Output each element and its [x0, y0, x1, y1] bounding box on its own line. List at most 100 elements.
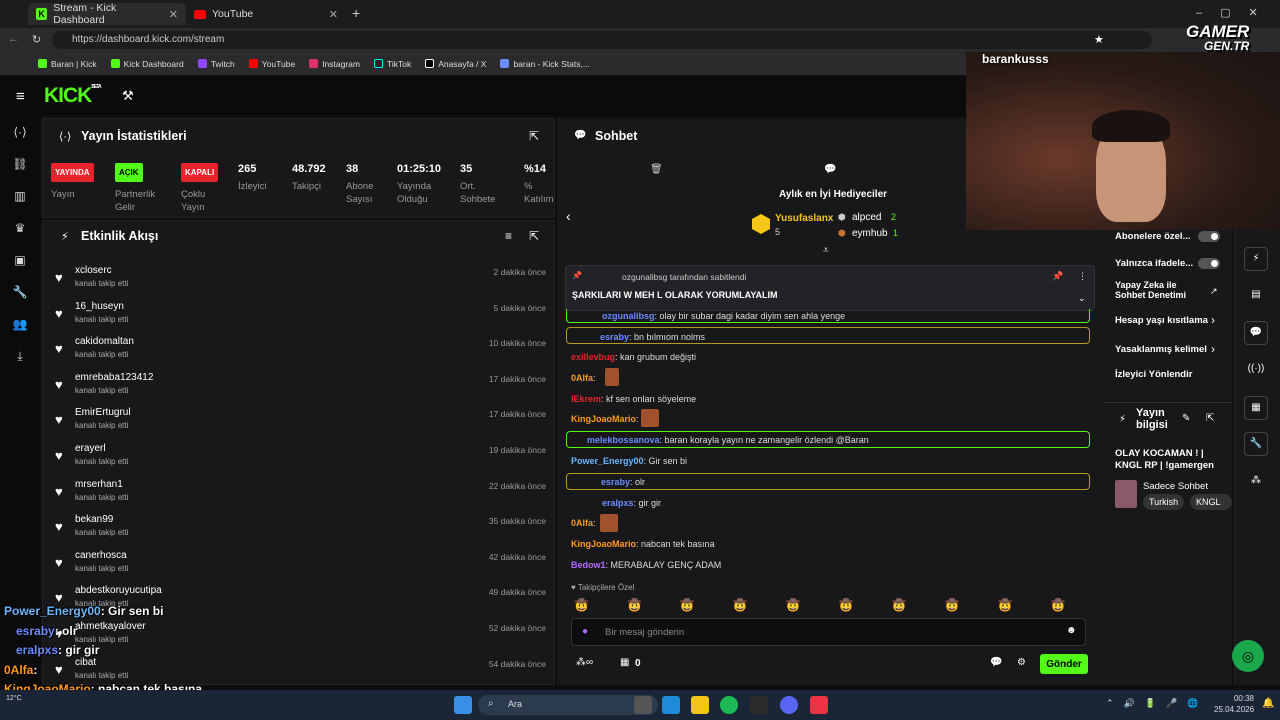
- chat-username[interactable]: esraby: [601, 477, 630, 487]
- chat-message[interactable]: eralpxs: gir gir: [602, 498, 661, 508]
- menu-icon[interactable]: ≡: [16, 88, 25, 105]
- chat-message[interactable]: KingJoaoMario:: [571, 414, 639, 424]
- close-tab-icon[interactable]: ✕: [329, 8, 338, 21]
- banned-words-label[interactable]: Yasaklanmış kelimel: [1115, 344, 1207, 355]
- new-tab-icon[interactable]: +: [352, 5, 360, 21]
- gift-icon[interactable]: ▦: [620, 657, 629, 668]
- link-icon[interactable]: ⛓: [8, 157, 32, 177]
- infinity-icon[interactable]: ⁂∞: [576, 657, 593, 668]
- edit-icon[interactable]: ✎: [1182, 413, 1190, 424]
- ai-moderation-label[interactable]: Yapay Zeka ile Sohbet Denetimi: [1115, 280, 1205, 300]
- feed-item[interactable]: ♥ mrserhan1 kanalı takip etti 22 dakika …: [43, 475, 554, 510]
- chat-username[interactable]: KingJoaoMario: [571, 539, 636, 549]
- filter-icon[interactable]: ≡: [505, 229, 512, 243]
- wrench-icon[interactable]: 🔧: [8, 285, 32, 305]
- close-tab-icon[interactable]: ✕: [169, 8, 178, 21]
- pinned-message[interactable]: 📌 ozgunalibsg tarafından sabitlendi ŞARK…: [565, 265, 1095, 311]
- apps-icon[interactable]: ⁂: [1244, 470, 1268, 494]
- hammer-icon[interactable]: ⚒: [122, 88, 134, 104]
- chevron-right-icon[interactable]: ›: [1211, 313, 1215, 327]
- mic-icon[interactable]: ●: [582, 626, 588, 637]
- video-icon[interactable]: ▣: [8, 253, 32, 273]
- chrome-icon[interactable]: [810, 696, 828, 714]
- feed-item[interactable]: ♥ canerhosca kanalı takip etti 42 dakika…: [43, 546, 554, 581]
- chat-username[interactable]: esraby: [600, 332, 629, 342]
- notification-icon[interactable]: 🔔: [1262, 698, 1274, 709]
- bookmark-baran-kick[interactable]: Baran | Kick: [38, 59, 97, 69]
- layout-icon[interactable]: ▦: [1244, 396, 1268, 420]
- reload-icon[interactable]: ↻: [32, 33, 41, 46]
- gifter-name[interactable]: alpced: [852, 212, 881, 223]
- chat-username[interactable]: 0Alfa: [571, 373, 593, 383]
- emotes-only-toggle[interactable]: [1198, 258, 1220, 269]
- app-icon[interactable]: [750, 696, 768, 714]
- category-name[interactable]: Sadece Sohbet: [1143, 481, 1208, 492]
- feed-item[interactable]: ♥ EmirErtugrul kanalı takip etti 17 daki…: [43, 403, 554, 438]
- viewer-redirect-label[interactable]: İzleyici Yönlendir: [1115, 369, 1192, 380]
- subscribers-only-toggle[interactable]: [1198, 231, 1220, 242]
- spotify-icon[interactable]: [720, 696, 738, 714]
- feed-item[interactable]: ♥ cakidomaltan kanalı takip etti 10 daki…: [43, 332, 554, 367]
- chat-message[interactable]: KingJoaoMario: nabcan tek basına: [571, 539, 715, 549]
- tag-chip[interactable]: KNGL: [1190, 494, 1232, 510]
- chat-username[interactable]: melekbossanova: [587, 435, 660, 445]
- external-link-icon[interactable]: ↗: [1210, 286, 1218, 297]
- url-input[interactable]: https://dashboard.kick.com/stream: [52, 31, 1152, 49]
- chat-username[interactable]: KingJoaoMario: [571, 414, 636, 424]
- chat-username[interactable]: Power_Energy00: [571, 456, 644, 466]
- chat-message[interactable]: exillevbug: kan grubum değişti: [571, 352, 696, 362]
- bolt-icon[interactable]: ⚡: [1244, 247, 1268, 271]
- windows-start-icon[interactable]: [454, 696, 472, 714]
- edge-icon[interactable]: [662, 696, 680, 714]
- tab-youtube[interactable]: YouTube ✕: [186, 3, 346, 25]
- broadcast-icon[interactable]: ((·)): [1244, 358, 1268, 382]
- task-view-icon[interactable]: [634, 696, 652, 714]
- more-icon[interactable]: ⋮: [1078, 271, 1087, 282]
- feed-item[interactable]: ♥ 16_huseyn kanalı takip etti 5 dakika ö…: [43, 297, 554, 332]
- chat-message[interactable]: Bedow1: MERABALAY GENÇ ADAM: [571, 560, 721, 570]
- bookmark-instagram[interactable]: Instagram: [309, 59, 360, 69]
- chat-username[interactable]: Bedow1: [571, 560, 606, 570]
- chat-message[interactable]: melekbossanova: baran korayla yayın ne z…: [587, 435, 869, 445]
- kick-logo[interactable]: KICKBETA: [44, 84, 102, 108]
- account-age-label[interactable]: Hesap yaşı kısıtlama: [1115, 315, 1208, 326]
- chevron-right-icon[interactable]: ›: [1211, 342, 1215, 356]
- tag-chip[interactable]: Turkish: [1143, 494, 1185, 510]
- category-thumbnail[interactable]: [1115, 480, 1137, 508]
- feed-item[interactable]: ♥ xcloserc kanalı takip etti 2 dakika ön…: [43, 261, 554, 296]
- document-icon[interactable]: ▤: [1244, 284, 1268, 308]
- stream-icon[interactable]: ⟨·⟩: [8, 125, 32, 145]
- chevron-down-icon[interactable]: ⌄: [1078, 293, 1086, 304]
- bookmark-youtube[interactable]: YouTube: [248, 59, 295, 69]
- download-icon[interactable]: ⤓: [8, 349, 32, 369]
- chat-message[interactable]: 0Alfa:: [571, 373, 596, 383]
- gifter-name[interactable]: eymhub: [852, 228, 888, 239]
- emote-row-icon[interactable]: 🤠🤠🤠🤠🤠🤠🤠🤠🤠🤠: [574, 598, 1103, 612]
- feed-item[interactable]: ♥ erayerl kanalı takip etti 19 dakika ön…: [43, 439, 554, 474]
- chat-icon[interactable]: 💬: [1244, 321, 1268, 345]
- window-controls-icon[interactable]: –▢✕: [1196, 6, 1276, 19]
- chat-username[interactable]: ozgunalibsg: [602, 311, 655, 321]
- chevron-left-icon[interactable]: ‹: [566, 208, 571, 224]
- taskbar-search[interactable]: Ara: [478, 695, 658, 715]
- system-tray-icon[interactable]: ⌃🔊🔋🎤🌐: [1106, 698, 1208, 709]
- discord-icon[interactable]: [780, 696, 798, 714]
- bookmark-kick-stats[interactable]: baran - Kick Stats,...: [500, 59, 590, 69]
- emoji-icon[interactable]: ☻: [1066, 625, 1077, 636]
- chat-message[interactable]: lEkrem: kf sen onları söyeleme: [571, 394, 696, 404]
- popout-icon[interactable]: ⇱: [529, 129, 539, 143]
- chat-message[interactable]: esraby: bn bılmıom nolms: [600, 332, 705, 342]
- back-icon[interactable]: ←: [8, 33, 19, 45]
- chat-username[interactable]: lEkrem: [571, 394, 601, 404]
- chat-username[interactable]: 0Alfa: [571, 518, 593, 528]
- chat-message[interactable]: ozgunalibsg: olay bir subar dagi kadar d…: [602, 311, 845, 321]
- taskbar-clock[interactable]: 00:38 25.04.2026: [1214, 693, 1254, 715]
- trophy-icon[interactable]: ♛: [8, 221, 32, 241]
- bookmark-tiktok[interactable]: TikTok: [373, 59, 411, 69]
- gifter-name[interactable]: Yusufaslanx: [775, 213, 833, 224]
- feed-item[interactable]: ♥ bekan99 kanalı takip etti 35 dakika ön…: [43, 510, 554, 545]
- favorite-star-icon[interactable]: ★: [1094, 33, 1104, 46]
- support-chat-icon[interactable]: ◎: [1232, 640, 1264, 672]
- chart-icon[interactable]: ▥: [8, 189, 32, 209]
- unpin-icon[interactable]: 📌: [1052, 271, 1063, 282]
